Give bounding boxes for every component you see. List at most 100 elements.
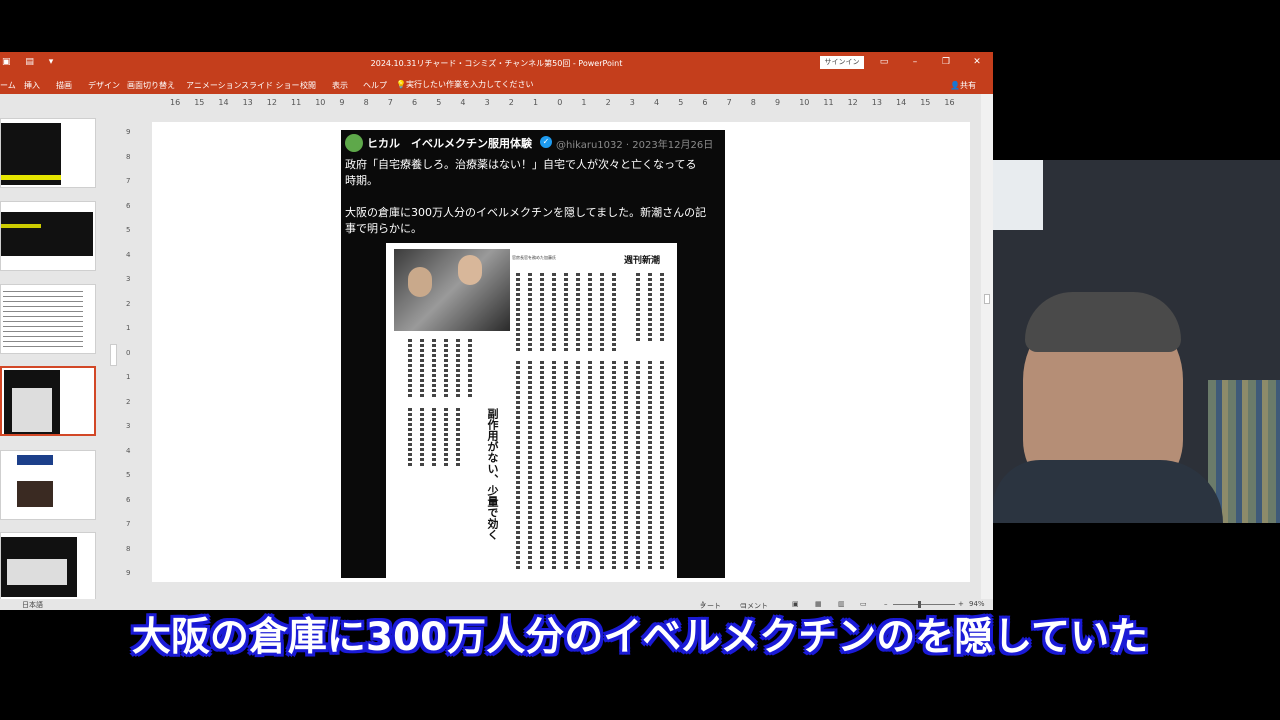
ruler-tick-label: 11 — [823, 98, 834, 107]
zoom-slider-knob[interactable] — [918, 601, 921, 608]
ruler-tick-label: 3 — [126, 275, 131, 283]
tab-slideshow[interactable]: スライド ショー — [241, 80, 300, 91]
tab-review[interactable]: 校閲 — [300, 80, 316, 91]
article-text-column — [612, 361, 616, 571]
ruler-tick-label: 9 — [126, 569, 131, 577]
slide-thumbnail[interactable] — [0, 201, 96, 271]
tab-transitions[interactable]: 画面切り替え — [127, 80, 175, 91]
ruler-tick-label: 5 — [436, 98, 442, 107]
article-text-column — [456, 408, 460, 468]
ruler-tick-label: 0 — [126, 348, 131, 357]
ruler-tick-label: 2 — [508, 98, 514, 107]
ruler-tick-label: 9 — [126, 128, 131, 136]
article-text-column — [600, 361, 604, 571]
ruler-tick-label: 1 — [533, 98, 539, 107]
ruler-tick-label: 2 — [605, 98, 611, 107]
slide-sorter-icon[interactable]: ▦ — [815, 600, 822, 608]
ruler-tick-label: 5 — [678, 98, 684, 107]
ruler-tick-label: 4 — [654, 98, 660, 107]
ruler-tick-label: 8 — [363, 98, 369, 107]
tab-home[interactable]: ーム — [0, 80, 16, 91]
signin-button[interactable]: サインイン — [820, 56, 864, 69]
thumbnail-image — [17, 455, 53, 465]
slide-thumbnail[interactable] — [0, 532, 96, 599]
slide-thumbnail[interactable] — [0, 450, 96, 520]
vertical-scrollbar[interactable] — [981, 94, 993, 599]
ruler-tick-label: 2 — [126, 397, 131, 406]
ruler-tick-label: 13 — [871, 98, 882, 107]
ruler-tick-label: 14 — [896, 98, 907, 107]
slideshow-view-icon[interactable]: ▭ — [860, 600, 867, 608]
article-text-column — [432, 408, 436, 468]
close-icon[interactable]: ✕ — [970, 56, 984, 69]
ruler-tick-label: 4 — [126, 250, 131, 259]
zoom-slider[interactable] — [893, 604, 955, 605]
tell-me-search[interactable]: 💡実行したい作業を入力してください — [396, 79, 534, 90]
article-text-column — [636, 273, 640, 343]
article-text-column — [420, 339, 424, 399]
ruler-tick-label: 4 — [126, 446, 131, 455]
video-frame: ▣ ▤ ▾ 2024.10.31リチャード・コシミズ・チャンネル第50回 - P… — [0, 0, 1280, 720]
tell-me-label: 実行したい作業を入力してください — [405, 80, 534, 89]
vertical-ruler: 9 8 7 6 5 4 3 2 1 0 1 2 3 4 5 6 7 8 9 — [124, 122, 134, 600]
ruler-tick-label: 3 — [126, 422, 131, 430]
lightbulb-icon: 💡 — [396, 80, 406, 89]
horizontal-ruler: 16 15 14 13 12 11 10 9 8 7 6 5 4 3 2 1 0 1 2 3 4 5 6 7 8 9 10 11 12 1… — [152, 98, 970, 108]
article-text-column — [456, 339, 460, 399]
article-text-column — [468, 339, 472, 399]
ruler-tick-label: 0 — [557, 98, 563, 107]
minimize-icon[interactable]: – — [908, 56, 922, 69]
verified-icon: ✓ — [540, 136, 552, 148]
magazine-name: 週刊新潮 — [624, 256, 661, 266]
article-headline: 副作用がない、少量で効く — [486, 408, 499, 540]
tab-draw[interactable]: 描画 — [56, 80, 72, 91]
article-text-column — [432, 339, 436, 399]
article-text-column — [660, 273, 664, 343]
presenter-hair — [1025, 292, 1181, 352]
zoom-in-icon[interactable]: + — [958, 600, 964, 608]
tab-design[interactable]: デザイン — [88, 80, 120, 91]
restore-icon[interactable]: ❐ — [939, 56, 953, 69]
thumbnail-image — [17, 481, 53, 507]
article-text-column — [528, 361, 532, 571]
ruler-tick-label: 1 — [126, 373, 131, 381]
article-text-column — [540, 361, 544, 571]
language-status[interactable]: 日本語 — [22, 600, 43, 610]
tab-animations[interactable]: アニメーション — [186, 80, 242, 91]
tab-view[interactable]: 表示 — [332, 80, 348, 91]
tweet-screenshot: ヒカル イベルメクチン服用体験 ✓ @hikaru1032 · 2023年12月… — [341, 130, 725, 578]
subtitle-caption: 大阪の倉庫に300万人分のイベルメクチンのを隠していた — [131, 615, 1149, 660]
scrollbar-thumb[interactable] — [984, 294, 990, 304]
article-text-column — [588, 273, 592, 353]
slide-thumbnail[interactable] — [0, 118, 96, 188]
slide-thumbnail-selected[interactable] — [0, 366, 96, 436]
ruler-tick-label: 1 — [126, 324, 131, 332]
article-text-column — [648, 361, 652, 571]
background-lamp — [993, 160, 1043, 230]
ruler-tick-label: 9 — [775, 98, 781, 107]
article-text-column — [612, 273, 616, 353]
ruler-tick-label: 8 — [126, 152, 131, 161]
article-text-column — [660, 361, 664, 571]
article-text-column — [516, 273, 520, 353]
thumbnail-image — [1, 175, 61, 180]
ruler-tick-label: 13 — [242, 98, 253, 107]
thumbnail-image — [3, 291, 83, 349]
article-text-column — [444, 408, 448, 468]
tab-help[interactable]: ヘルプ — [363, 80, 387, 91]
ruler-tick-label: 4 — [460, 98, 466, 107]
zoom-out-icon[interactable]: – — [884, 600, 888, 608]
normal-view-icon[interactable]: ▣ — [792, 600, 799, 608]
thumbnail-scrollbar[interactable] — [110, 344, 117, 366]
zoom-level[interactable]: 94% — [969, 600, 985, 608]
slide-thumbnail[interactable] — [0, 284, 96, 354]
article-text-column — [588, 361, 592, 571]
ruler-tick-label: 15 — [920, 98, 931, 107]
tab-insert[interactable]: 挿入 — [24, 80, 40, 91]
ribbon-display-icon[interactable]: ▭ — [877, 56, 891, 69]
article-text-column — [552, 273, 556, 353]
reading-view-icon[interactable]: ▥ — [838, 600, 845, 608]
slide-canvas[interactable]: ヒカル イベルメクチン服用体験 ✓ @hikaru1032 · 2023年12月… — [152, 122, 970, 582]
share-button[interactable]: 👤共有 — [950, 80, 976, 91]
ruler-tick-label: 6 — [412, 98, 418, 107]
